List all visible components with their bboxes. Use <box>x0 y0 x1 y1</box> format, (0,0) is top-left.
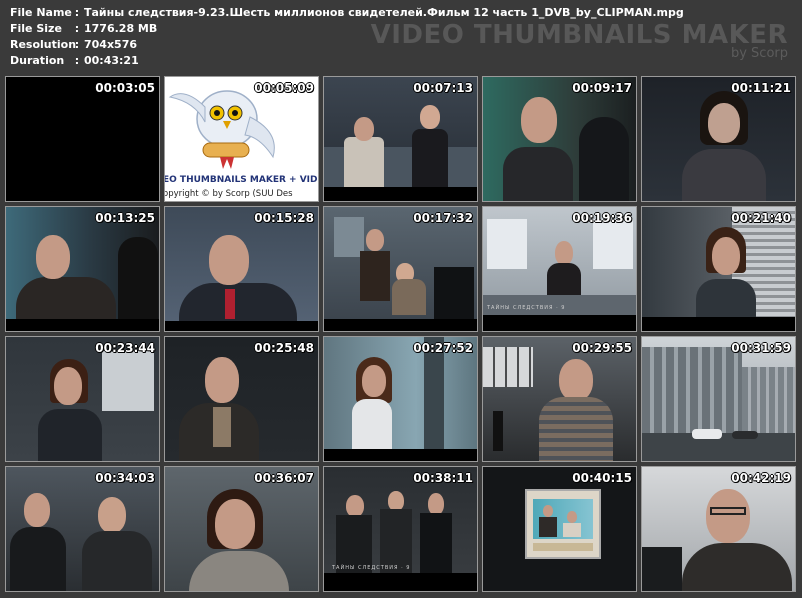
timestamp: 00:03:05 <box>95 81 155 95</box>
thumbnail[interactable]: 00:07:13 <box>323 76 478 202</box>
thumbnail[interactable]: 00:25:48 <box>164 336 319 462</box>
thumbnail[interactable]: EO THUMBNAILS MAKER + VID opyright © by … <box>164 76 319 202</box>
timestamp: 00:07:13 <box>413 81 473 95</box>
thumbnail[interactable]: 00:23:44 <box>5 336 160 462</box>
thumbnail[interactable]: 00:31:59 <box>641 336 796 462</box>
info-row-file-name: File Name : Тайны следствия-9.23.Шесть м… <box>10 5 684 21</box>
info-sep: : <box>74 6 80 19</box>
timestamp: 00:31:59 <box>731 341 791 355</box>
thumbnail[interactable]: 00:27:52 <box>323 336 478 462</box>
thumbnail[interactable]: 00:29:55 <box>482 336 637 462</box>
info-key: File Name <box>10 6 72 19</box>
info-sep: : <box>74 54 80 67</box>
timestamp: 00:38:11 <box>413 471 473 485</box>
thumbnail[interactable]: 00:09:17 <box>482 76 637 202</box>
thumbnail-grid: 00:03:05 EO THUMBNAILS MAKER + VID opyri… <box>5 76 796 592</box>
thumbnail[interactable]: 00:40:15 <box>482 466 637 592</box>
timestamp: 00:29:55 <box>572 341 632 355</box>
logo-text: EO THUMBNAILS MAKER + VID <box>164 175 318 185</box>
thumbnail[interactable]: ТАЙНЫ СЛЕДСТВИЯ · 9 00:38:11 <box>323 466 478 592</box>
timestamp: 00:09:17 <box>572 81 632 95</box>
thumbnail[interactable]: 00:17:32 <box>323 206 478 332</box>
thumbnail[interactable]: 00:03:05 <box>5 76 160 202</box>
timestamp: 00:21:40 <box>731 211 791 225</box>
timestamp: 00:23:44 <box>95 341 155 355</box>
copyright-text: opyright © by Scorp (SUU Des <box>164 189 293 199</box>
info-value: Тайны следствия-9.23.Шесть миллионов сви… <box>84 6 684 19</box>
timestamp: 00:11:21 <box>731 81 791 95</box>
info-sep: : <box>74 22 80 35</box>
timestamp: 00:15:28 <box>254 211 314 225</box>
thumbnail[interactable]: 00:21:40 <box>641 206 796 332</box>
timestamp: 00:13:25 <box>95 211 155 225</box>
thumbnail[interactable]: 00:15:28 <box>164 206 319 332</box>
logo-title: VIDEO THUMBNAILS MAKER <box>370 20 788 50</box>
info-key: Duration <box>10 54 65 67</box>
timestamp: 00:40:15 <box>572 471 632 485</box>
timestamp: 00:05:09 <box>254 81 314 95</box>
info-value: 00:43:21 <box>84 54 139 67</box>
thumbnail[interactable]: 00:13:25 <box>5 206 160 332</box>
info-key: Resolution <box>10 38 77 51</box>
info-sep: : <box>74 38 80 51</box>
timestamp: 00:27:52 <box>413 341 473 355</box>
thumbnail[interactable]: 00:11:21 <box>641 76 796 202</box>
video-caption: ТАЙНЫ СЛЕДСТВИЯ · 9 <box>487 305 566 311</box>
timestamp: 00:34:03 <box>95 471 155 485</box>
timestamp: 00:42:19 <box>731 471 791 485</box>
timestamp: 00:19:36 <box>572 211 632 225</box>
timestamp: 00:25:48 <box>254 341 314 355</box>
timestamp: 00:36:07 <box>254 471 314 485</box>
info-value: 1776.28 MB <box>84 22 158 35</box>
thumbnail[interactable]: ТАЙНЫ СЛЕДСТВИЯ · 9 00:19:36 <box>482 206 637 332</box>
thumbnail[interactable]: 00:34:03 <box>5 466 160 592</box>
info-value: 704x576 <box>84 38 138 51</box>
thumbnail[interactable]: 00:36:07 <box>164 466 319 592</box>
timestamp: 00:17:32 <box>413 211 473 225</box>
video-caption: ТАЙНЫ СЛЕДСТВИЯ · 9 <box>332 565 411 571</box>
info-key: File Size <box>10 22 62 35</box>
thumbnail[interactable]: 00:42:19 <box>641 466 796 592</box>
app-logo: VIDEO THUMBNAILS MAKER by Scorp <box>371 22 788 61</box>
